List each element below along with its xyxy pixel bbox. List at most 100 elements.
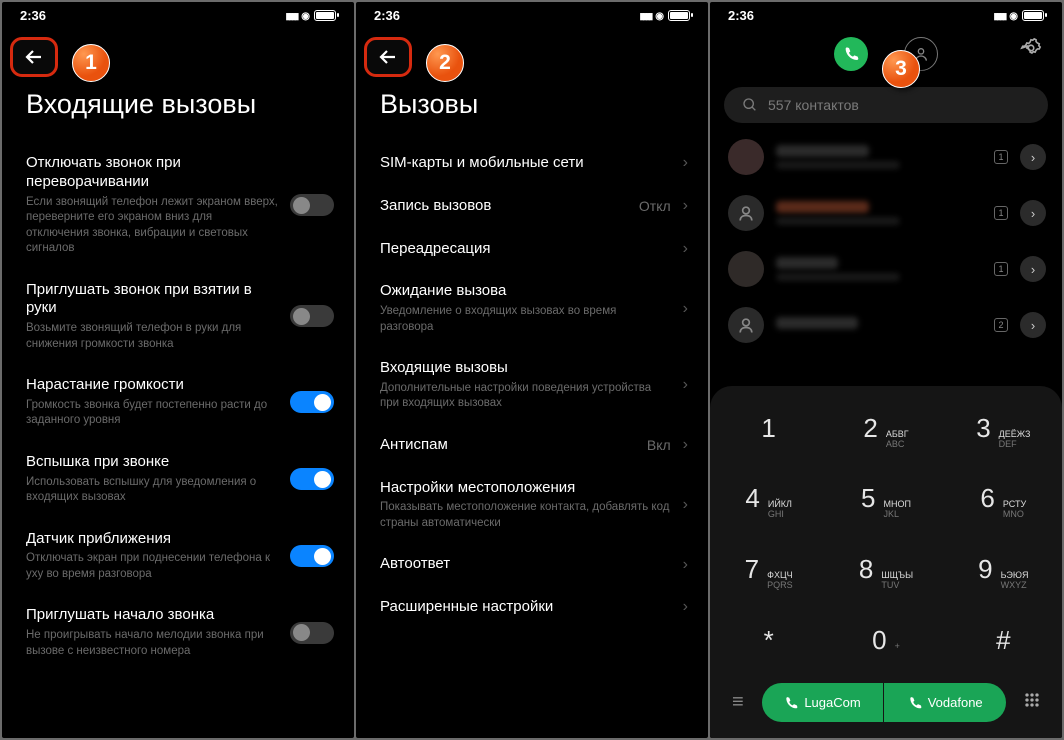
status-icons <box>639 10 690 22</box>
back-button[interactable] <box>10 37 58 77</box>
setting-increasing-volume[interactable]: Нарастание громкостиГромкость звонка буд… <box>2 364 354 441</box>
contact-detail-button[interactable]: › <box>1020 200 1046 226</box>
chevron-right-icon: › <box>683 496 688 514</box>
back-arrow-icon <box>376 45 400 69</box>
dialer-tab-button[interactable] <box>834 37 868 71</box>
setting-antispam[interactable]: АнтиспамВкл› <box>356 424 708 467</box>
back-button[interactable] <box>364 37 412 77</box>
dial-key-3[interactable]: 3ДЕЁЖЗDEF <box>945 396 1062 467</box>
page-title: Вызовы <box>356 81 708 142</box>
setting-flash-on-call[interactable]: Вспышка при звонкеИспользовать вспышку д… <box>2 441 354 518</box>
screen-incoming-calls: 2:36 1 Входящие вызовы Отключать звонок … <box>2 2 354 738</box>
key-digit: 0 <box>872 625 886 656</box>
dialpad-toggle-button[interactable] <box>1016 690 1048 715</box>
setting-call-waiting[interactable]: Ожидание вызоваУведомление о входящих вы… <box>356 270 708 347</box>
key-digit: 3 <box>976 413 990 444</box>
key-digit: 1 <box>761 413 775 444</box>
setting-incoming-calls[interactable]: Входящие вызовыДополнительные настройки … <box>356 347 708 424</box>
contact-name-blurred <box>776 257 838 269</box>
dial-key-8[interactable]: 8ШЩЪЫTUV <box>827 537 944 608</box>
dial-key-5[interactable]: 5 МНОПJKL <box>827 466 944 537</box>
toggle-switch[interactable] <box>290 545 334 567</box>
dial-key-0[interactable]: 0+ <box>827 608 944 673</box>
toggle-switch[interactable] <box>290 305 334 327</box>
setting-proximity-sensor[interactable]: Датчик приближения Отключать экран при по… <box>2 518 354 595</box>
setting-flip-to-silence[interactable]: Отключать звонок при переворачиванииЕсли… <box>2 142 354 269</box>
key-digit: 6 <box>980 483 994 514</box>
contact-row[interactable]: 1 › <box>710 185 1062 241</box>
key-letters: ШЩЪЫTUV <box>881 571 913 591</box>
key-digit: 2 <box>863 413 877 444</box>
setting-label: Вспышка при звонке <box>26 453 278 472</box>
avatar <box>728 195 764 231</box>
chevron-right-icon: › <box>683 598 688 616</box>
setting-auto-answer[interactable]: Автоответ› <box>356 543 708 586</box>
contact-row[interactable]: 1 › <box>710 241 1062 297</box>
menu-button[interactable]: ≡ <box>724 691 752 714</box>
key-digit: * <box>764 625 774 656</box>
setting-pickup-mute[interactable]: Приглушать звонок при взятии в рукиВозьм… <box>2 269 354 365</box>
setting-desc: Возьмите звонящий телефон в руки для сни… <box>26 321 278 352</box>
call-sim2-button[interactable]: Vodafone <box>884 683 1006 722</box>
dial-key-#[interactable]: # <box>945 608 1062 673</box>
toggle-switch[interactable] <box>290 194 334 216</box>
setting-call-forwarding[interactable]: Переадресация› <box>356 228 708 271</box>
dial-key-1[interactable]: 1 <box>710 396 827 467</box>
dial-key-9[interactable]: 9ЬЭЮЯWXYZ <box>945 537 1062 608</box>
status-time: 2:36 <box>374 8 400 23</box>
setting-desc: Если звонящий телефон лежит экраном ввер… <box>26 195 278 257</box>
status-bar: 2:36 <box>710 2 1062 23</box>
sim-badge: 2 <box>994 318 1008 332</box>
chevron-right-icon: › <box>683 556 688 574</box>
status-icons <box>285 10 336 22</box>
setting-mute-ring-start[interactable]: Приглушать начало звонкаНе проигрывать н… <box>2 594 354 671</box>
search-input[interactable]: 557 контактов <box>724 87 1048 123</box>
key-letters: + <box>895 642 900 652</box>
setting-location[interactable]: Настройки местоположенияПоказывать место… <box>356 467 708 544</box>
dial-key-7[interactable]: 7ФХЦЧPQRS <box>710 537 827 608</box>
avatar <box>728 307 764 343</box>
contact-detail-button[interactable]: › <box>1020 144 1046 170</box>
setting-desc: Уведомление о входящих вызовах во время … <box>380 304 671 335</box>
phone-icon <box>784 696 798 710</box>
phone-icon <box>843 46 859 62</box>
settings-button[interactable] <box>1020 37 1042 64</box>
key-digit: 9 <box>978 554 992 585</box>
battery-icon <box>668 10 690 21</box>
toggle-switch[interactable] <box>290 468 334 490</box>
key-digit: 5 <box>861 483 875 514</box>
dial-key-6[interactable]: 6РСТУMNO <box>945 466 1062 537</box>
dial-key-*[interactable]: * <box>710 608 827 673</box>
toggle-switch[interactable] <box>290 622 334 644</box>
chevron-right-icon: › <box>683 376 688 394</box>
contact-row[interactable]: 2 › <box>710 297 1062 353</box>
key-digit: # <box>996 625 1010 656</box>
dial-key-2[interactable]: 2АБВГABC <box>827 396 944 467</box>
annotation-marker-1: 1 <box>72 44 110 82</box>
toggle-switch[interactable] <box>290 391 334 413</box>
contact-detail-button[interactable]: › <box>1020 256 1046 282</box>
setting-advanced[interactable]: Расширенные настройки› <box>356 586 708 629</box>
contact-detail-blurred <box>776 161 900 169</box>
contact-row[interactable]: 1 › <box>710 129 1062 185</box>
setting-desc: Не проигрывать начало мелодии звонка при… <box>26 628 278 659</box>
setting-desc: Дополнительные настройки поведения устро… <box>380 381 671 412</box>
setting-label: Датчик приближения <box>26 530 278 549</box>
contact-name-blurred <box>776 201 869 213</box>
contact-name-blurred <box>776 317 858 329</box>
setting-sim-networks[interactable]: SIM-карты и мобильные сети› <box>356 142 708 185</box>
search-icon <box>742 97 758 113</box>
settings-list: SIM-карты и мобильные сети› Запись вызов… <box>356 142 708 738</box>
call-sim1-button[interactable]: LugaCom <box>762 683 884 722</box>
wifi-icon <box>1009 10 1018 22</box>
key-letters: МНОПJKL <box>883 500 910 520</box>
key-digit: 7 <box>745 554 759 585</box>
setting-label: Антиспам <box>380 436 635 455</box>
dial-key-4[interactable]: 4ИЙКЛGHI <box>710 466 827 537</box>
contact-detail-button[interactable]: › <box>1020 312 1046 338</box>
setting-call-recording[interactable]: Запись вызововОткл› <box>356 185 708 228</box>
setting-desc: Отключать экран при поднесении телефона … <box>26 551 278 582</box>
battery-icon <box>1022 10 1044 21</box>
gear-icon <box>1020 37 1042 59</box>
annotation-marker-3: 3 <box>882 50 920 88</box>
